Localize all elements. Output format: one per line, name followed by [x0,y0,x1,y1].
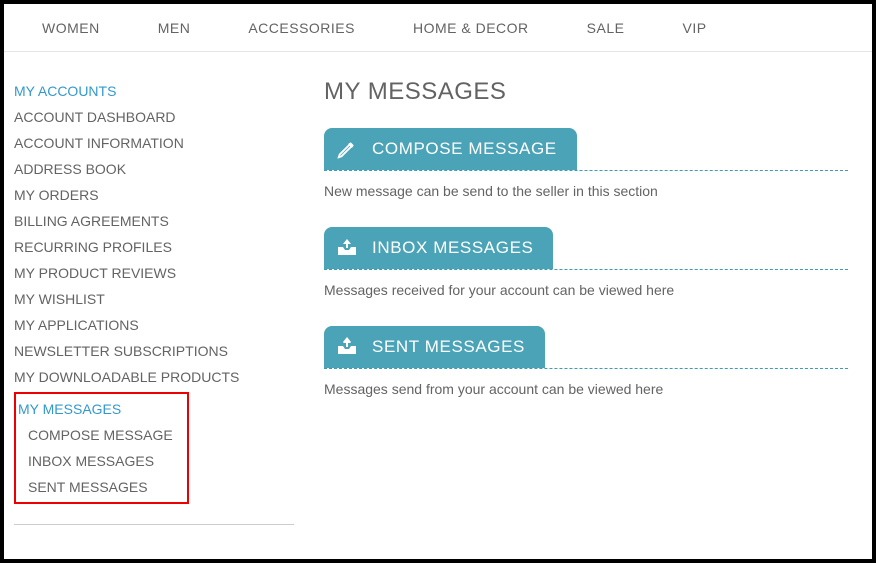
pencil-icon [334,136,360,162]
sidebar-item-billing-agreements[interactable]: BILLING AGREEMENTS [14,208,294,234]
main-content: MY MESSAGES COMPOSE MESSAGE New message … [294,78,848,525]
sidebar-item-my-messages[interactable]: MY MESSAGES [16,396,181,422]
inbox-messages-button[interactable]: INBOX MESSAGES [324,227,553,269]
sidebar-divider [14,524,294,525]
nav-sale[interactable]: SALE [587,20,625,36]
sent-desc: Messages send from your account can be v… [324,369,848,397]
sidebar-item-dashboard[interactable]: ACCOUNT DASHBOARD [14,104,294,130]
sidebar-item-my-accounts[interactable]: MY ACCOUNTS [14,78,294,104]
block-inbox: INBOX MESSAGES Messages received for you… [324,227,848,298]
sidebar-item-compose-message[interactable]: COMPOSE MESSAGE [16,422,181,448]
sent-messages-button[interactable]: SENT MESSAGES [324,326,545,368]
sidebar-item-inbox-messages[interactable]: INBOX MESSAGES [16,448,181,474]
nav-vip[interactable]: VIP [682,20,706,36]
account-sidebar: MY ACCOUNTS ACCOUNT DASHBOARD ACCOUNT IN… [14,78,294,525]
sidebar-item-address-book[interactable]: ADDRESS BOOK [14,156,294,182]
sidebar-item-newsletter[interactable]: NEWSLETTER SUBSCRIPTIONS [14,338,294,364]
block-compose: COMPOSE MESSAGE New message can be send … [324,128,848,199]
highlight-region: MY MESSAGES COMPOSE MESSAGE INBOX MESSAG… [14,392,189,504]
nav-home-decor[interactable]: HOME & DECOR [413,20,529,36]
sidebar-item-sent-messages[interactable]: SENT MESSAGES [16,474,181,500]
sidebar-item-downloadable[interactable]: MY DOWNLOADABLE PRODUCTS [14,364,294,390]
inbox-desc: Messages received for your account can b… [324,270,848,298]
sidebar-item-account-info[interactable]: ACCOUNT INFORMATION [14,130,294,156]
block-sent: SENT MESSAGES Messages send from your ac… [324,326,848,397]
inbox-icon [334,235,360,261]
compose-message-button[interactable]: COMPOSE MESSAGE [324,128,577,170]
top-nav: WOMEN MEN ACCESSORIES HOME & DECOR SALE … [4,4,872,52]
nav-men[interactable]: MEN [158,20,191,36]
inbox-label: INBOX MESSAGES [372,238,533,258]
sidebar-item-recurring-profiles[interactable]: RECURRING PROFILES [14,234,294,260]
outbox-icon [334,334,360,360]
sidebar-item-my-orders[interactable]: MY ORDERS [14,182,294,208]
page-title: MY MESSAGES [324,78,848,106]
compose-desc: New message can be send to the seller in… [324,171,848,199]
sidebar-item-product-reviews[interactable]: MY PRODUCT REVIEWS [14,260,294,286]
nav-accessories[interactable]: ACCESSORIES [248,20,355,36]
sent-label: SENT MESSAGES [372,337,525,357]
compose-label: COMPOSE MESSAGE [372,139,557,159]
sidebar-item-wishlist[interactable]: MY WISHLIST [14,286,294,312]
sidebar-item-applications[interactable]: MY APPLICATIONS [14,312,294,338]
nav-women[interactable]: WOMEN [42,20,100,36]
